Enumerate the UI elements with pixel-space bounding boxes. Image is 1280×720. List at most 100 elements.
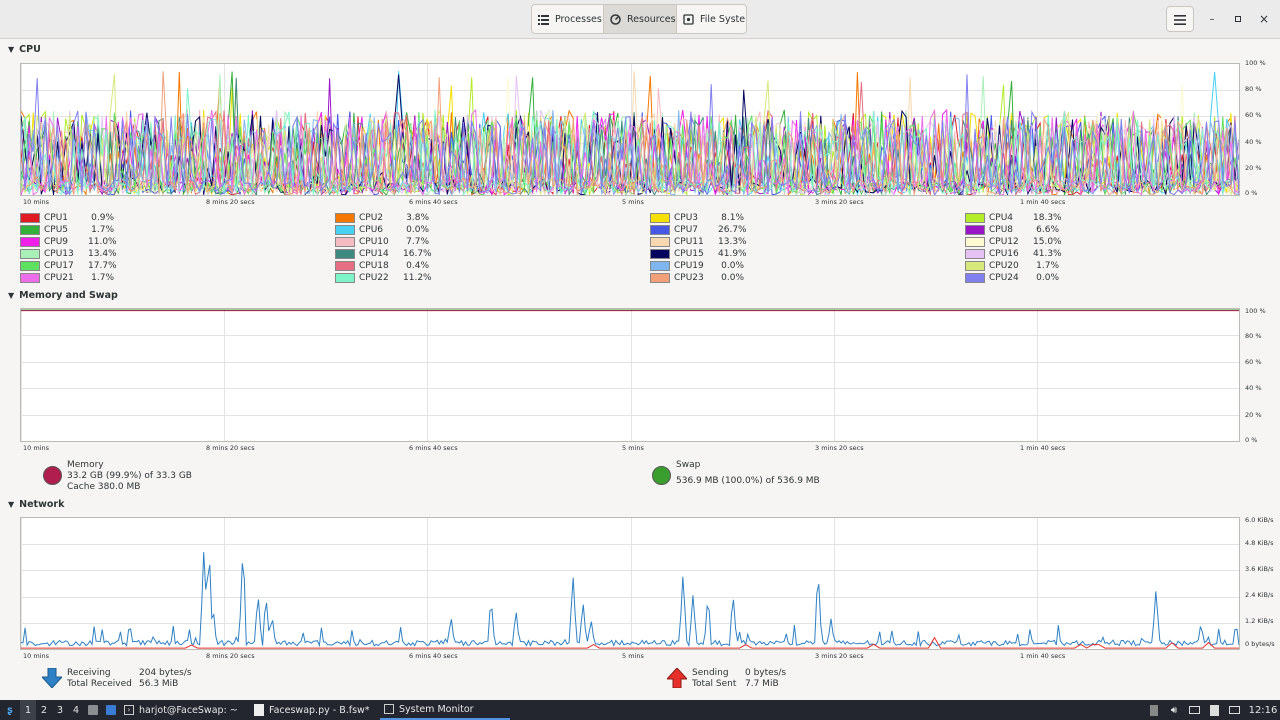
- cpu-color-swatch[interactable]: [965, 249, 985, 259]
- close-icon: ×: [1258, 12, 1270, 26]
- cpu-name: CPU23: [674, 273, 704, 283]
- download-arrow-icon[interactable]: [40, 667, 64, 692]
- cpu-name: CPU5: [44, 225, 69, 235]
- cpu-value: 7.7%: [406, 237, 429, 247]
- main-menu-button[interactable]: [1166, 6, 1194, 32]
- cpu-legend-item[interactable]: CPU23 0.0%: [650, 272, 744, 284]
- cpu-legend-item[interactable]: CPU19 0.0%: [650, 260, 744, 272]
- cpu-legend-item[interactable]: CPU3 8.1%: [650, 212, 744, 224]
- cpu-color-swatch[interactable]: [965, 213, 985, 223]
- cpu-color-swatch[interactable]: [335, 249, 355, 259]
- cpu-value: 8.1%: [721, 213, 744, 223]
- cpu-legend-item[interactable]: CPU4 18.3%: [965, 212, 1062, 224]
- receiving-info: Receiving Total Received 204 bytes/s 56.…: [67, 668, 192, 690]
- cpu-color-swatch[interactable]: [20, 249, 40, 259]
- tab-resources[interactable]: Resources: [604, 5, 677, 33]
- memory-label: Memory: [67, 460, 104, 470]
- network-x-label: 6 mins 40 secs: [409, 652, 458, 660]
- desktop-launcher[interactable]: [102, 700, 120, 720]
- workspace-3[interactable]: 3: [52, 700, 68, 720]
- swap-color-button[interactable]: [652, 466, 671, 485]
- memory-color-button[interactable]: [43, 466, 62, 485]
- cpu-color-swatch[interactable]: [650, 249, 670, 259]
- cpu-legend-item[interactable]: CPU7 26.7%: [650, 224, 747, 236]
- cpu-legend-item[interactable]: CPU24 0.0%: [965, 272, 1059, 284]
- cpu-legend-item[interactable]: CPU9 11.0%: [20, 236, 117, 248]
- cpu-color-swatch[interactable]: [965, 273, 985, 283]
- cpu-legend-item[interactable]: CPU2 3.8%: [335, 212, 429, 224]
- upload-arrow-icon[interactable]: [665, 667, 689, 692]
- taskbar-window-faceswap[interactable]: Faceswap.py - B.fsw*: [250, 700, 380, 720]
- network-y-label: 6.0 KiB/s: [1245, 516, 1274, 524]
- cpu-section-header[interactable]: ▼ CPU: [8, 44, 41, 55]
- cpu-legend-item[interactable]: CPU1 0.9%: [20, 212, 114, 224]
- cpu-color-swatch[interactable]: [20, 225, 40, 235]
- cpu-color-swatch[interactable]: [965, 225, 985, 235]
- maximize-button[interactable]: [1229, 10, 1247, 28]
- minimize-button[interactable]: –: [1203, 10, 1221, 28]
- cpu-legend-item[interactable]: CPU14 16.7%: [335, 248, 432, 260]
- display-icon[interactable]: [1186, 700, 1202, 720]
- workspace-4[interactable]: 4: [68, 700, 84, 720]
- network-tray-icon[interactable]: [1226, 700, 1242, 720]
- gauge-icon: [610, 13, 621, 25]
- cpu-legend-item[interactable]: CPU22 11.2%: [335, 272, 432, 284]
- file-manager-launcher[interactable]: [84, 700, 102, 720]
- cpu-color-swatch[interactable]: [650, 213, 670, 223]
- cpu-legend-item[interactable]: CPU16 41.3%: [965, 248, 1062, 260]
- tab-processes[interactable]: Processes: [532, 5, 604, 33]
- cpu-color-swatch[interactable]: [20, 261, 40, 271]
- cpu-legend-item[interactable]: CPU21 1.7%: [20, 272, 114, 284]
- taskbar-window-system-monitor[interactable]: System Monitor: [380, 700, 510, 720]
- cpu-color-swatch[interactable]: [335, 225, 355, 235]
- cpu-value: 13.4%: [88, 249, 117, 259]
- workspace-2[interactable]: 2: [36, 700, 52, 720]
- cpu-color-swatch[interactable]: [335, 237, 355, 247]
- cpu-color-swatch[interactable]: [20, 273, 40, 283]
- memory-x-label: 10 mins: [23, 444, 49, 452]
- notes-icon[interactable]: [1206, 700, 1222, 720]
- close-button[interactable]: ×: [1255, 10, 1273, 28]
- cpu-legend-item[interactable]: CPU8 6.6%: [965, 224, 1059, 236]
- cpu-value: 41.9%: [718, 249, 747, 259]
- cpu-color-swatch[interactable]: [20, 237, 40, 247]
- receiving-label: Receiving: [67, 668, 111, 678]
- cpu-legend-item[interactable]: CPU5 1.7%: [20, 224, 114, 236]
- taskbar-window-label: System Monitor: [399, 703, 474, 715]
- volume-icon[interactable]: 🔊︎: [1166, 700, 1182, 720]
- tab-file-systems[interactable]: File Systems: [677, 5, 746, 33]
- network-section-header[interactable]: ▼ Network: [8, 499, 64, 510]
- clock[interactable]: 12:16: [1246, 700, 1280, 720]
- cpu-legend-item[interactable]: CPU6 0.0%: [335, 224, 429, 236]
- memory-section-header[interactable]: ▼ Memory and Swap: [8, 290, 118, 301]
- cpu-name: CPU2: [359, 213, 384, 223]
- cpu-legend-item[interactable]: CPU15 41.9%: [650, 248, 747, 260]
- cpu-name: CPU3: [674, 213, 699, 223]
- taskbar-window-terminal[interactable]: › harjot@FaceSwap: ~: [120, 700, 250, 720]
- cpu-legend-item[interactable]: CPU10 7.7%: [335, 236, 429, 248]
- cpu-color-swatch[interactable]: [335, 213, 355, 223]
- cpu-legend-item[interactable]: CPU12 15.0%: [965, 236, 1062, 248]
- cpu-color-swatch[interactable]: [650, 237, 670, 247]
- cpu-color-swatch[interactable]: [650, 261, 670, 271]
- cpu-legend-item[interactable]: CPU18 0.4%: [335, 260, 429, 272]
- cpu-color-swatch[interactable]: [20, 213, 40, 223]
- cpu-color-swatch[interactable]: [965, 261, 985, 271]
- desktop-icon: [106, 705, 116, 715]
- cpu-color-swatch[interactable]: [335, 261, 355, 271]
- expander-triangle-icon: ▼: [8, 45, 15, 54]
- cpu-legend-item[interactable]: CPU20 1.7%: [965, 260, 1059, 272]
- workspace-1[interactable]: 1: [20, 700, 36, 720]
- cpu-color-swatch[interactable]: [650, 225, 670, 235]
- start-menu-button[interactable]: ʂ: [0, 700, 20, 720]
- battery-icon[interactable]: [1146, 700, 1162, 720]
- cpu-legend-item[interactable]: CPU11 13.3%: [650, 236, 747, 248]
- memory-y-label: 20 %: [1245, 411, 1262, 419]
- cpu-legend-item[interactable]: CPU13 13.4%: [20, 248, 117, 260]
- cpu-color-swatch[interactable]: [965, 237, 985, 247]
- cpu-legend-item[interactable]: CPU17 17.7%: [20, 260, 117, 272]
- system-tray: 🔊︎ 12:16: [1142, 700, 1280, 720]
- cpu-value: 17.7%: [88, 261, 117, 271]
- cpu-color-swatch[interactable]: [650, 273, 670, 283]
- cpu-color-swatch[interactable]: [335, 273, 355, 283]
